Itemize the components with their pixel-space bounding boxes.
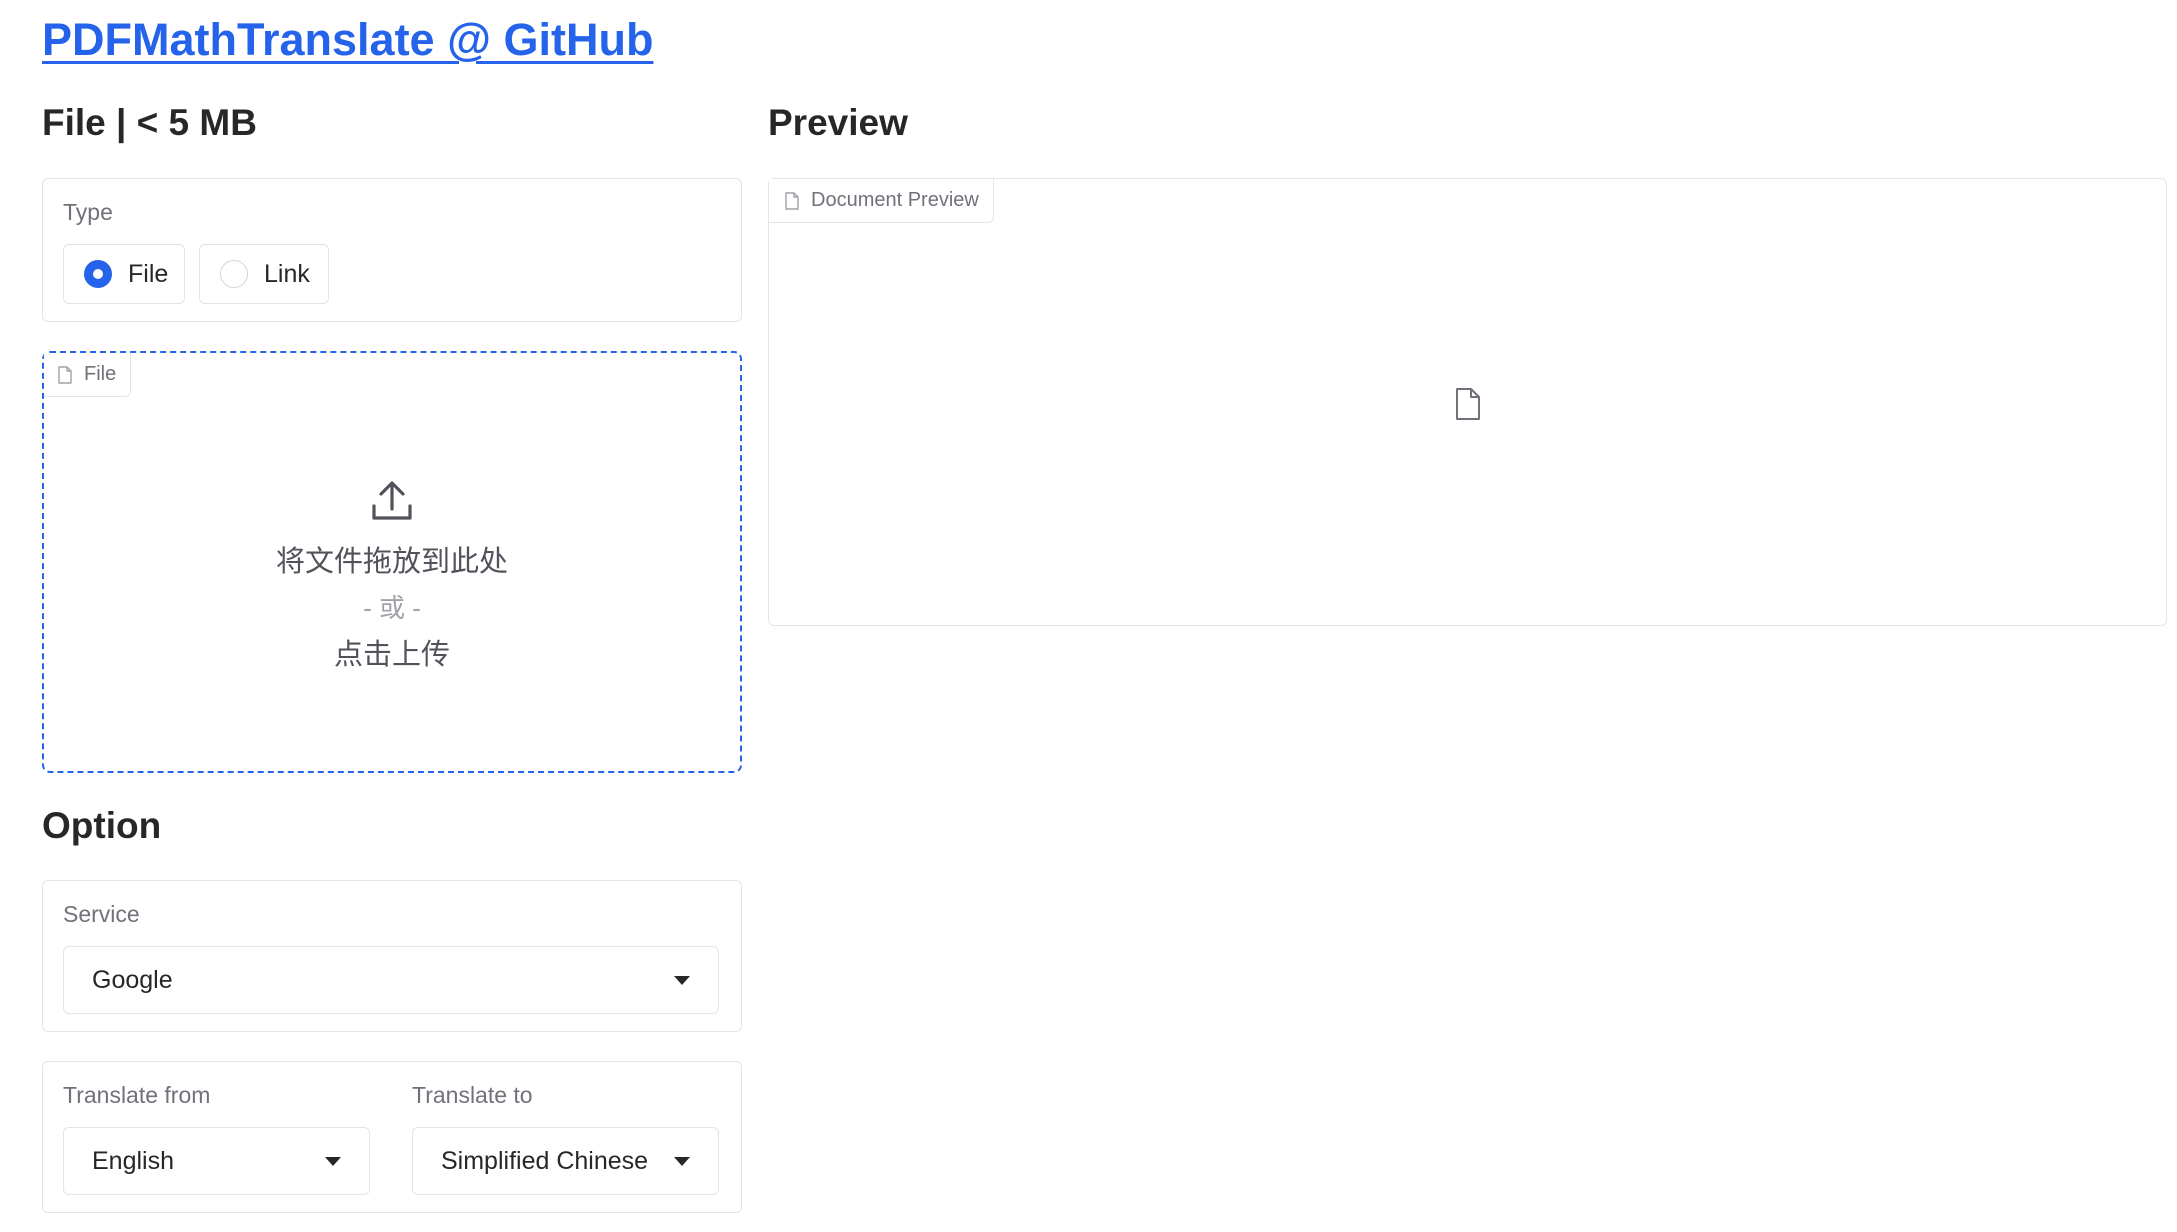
radio-unchecked-icon: [220, 260, 248, 288]
service-select[interactable]: Google: [63, 946, 719, 1014]
type-option-link[interactable]: Link: [199, 244, 329, 304]
translate-to-select[interactable]: Simplified Chinese: [412, 1127, 719, 1195]
translate-from-select[interactable]: English: [63, 1127, 370, 1195]
service-label: Service: [63, 901, 140, 927]
document-preview-tag: Document Preview: [769, 179, 994, 223]
type-option-link-label: Link: [264, 259, 310, 288]
radio-checked-icon: [84, 260, 112, 288]
drop-text: 将文件拖放到此处: [275, 546, 508, 578]
service-select-value: Google: [92, 965, 173, 994]
click-upload-text: 点击上传: [333, 639, 450, 671]
translate-to-value: Simplified Chinese: [441, 1146, 649, 1175]
document-preview-label: Document Preview: [811, 189, 979, 211]
upload-icon: [372, 481, 412, 520]
translate-from-value: English: [92, 1146, 174, 1175]
file-icon: [785, 191, 799, 210]
document-icon: [1456, 388, 1480, 420]
translate-from-label: Translate from: [63, 1082, 211, 1108]
document-preview-panel: Document Preview: [768, 178, 2167, 626]
file-section-heading: File | < 5 MB: [42, 102, 257, 143]
file-tag: File: [44, 353, 132, 397]
type-option-file[interactable]: File: [63, 244, 185, 304]
chevron-down-icon: [674, 1156, 690, 1166]
github-title-link[interactable]: PDFMathTranslate @ GitHub: [42, 14, 653, 66]
translate-to-label: Translate to: [412, 1082, 533, 1108]
option-section-heading: Option: [42, 805, 162, 846]
preview-section-heading: Preview: [768, 102, 908, 143]
type-label: Type: [63, 199, 113, 225]
type-option-file-label: File: [128, 259, 169, 288]
file-tag-label: File: [84, 363, 117, 385]
chevron-down-icon: [325, 1156, 341, 1166]
file-icon: [58, 365, 72, 384]
or-text: - 或 -: [363, 593, 421, 623]
chevron-down-icon: [674, 975, 690, 985]
upload-prompt: 将文件拖放到此处 - 或 - 点击上传: [42, 478, 742, 673]
